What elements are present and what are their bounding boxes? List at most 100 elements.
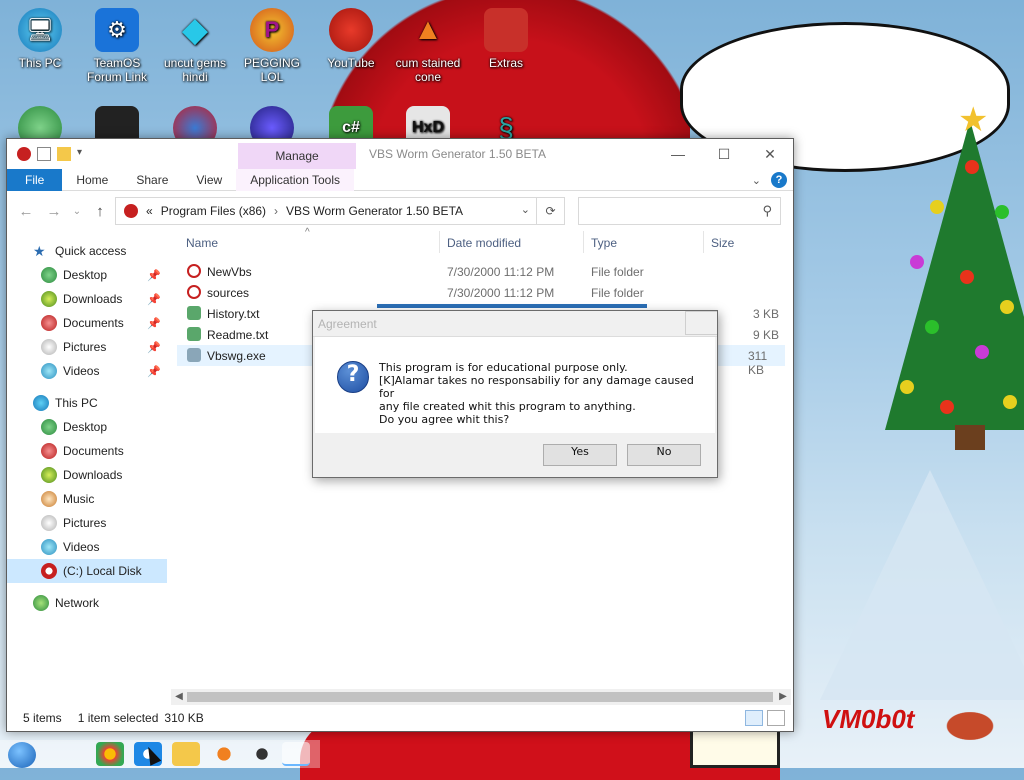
nav-quick-desktop[interactable]: Desktop 📌: [7, 263, 167, 287]
gear-icon: ⚙: [95, 8, 139, 52]
back-arrow-icon[interactable]: ←: [15, 203, 37, 220]
tab-manage[interactable]: Manage: [238, 143, 356, 169]
nav-pc-music[interactable]: Music: [7, 487, 167, 511]
tab-application-tools[interactable]: Application Tools: [236, 168, 355, 191]
nav-this-pc[interactable]: This PC: [7, 391, 167, 415]
recent-locations-icon[interactable]: ⌄: [71, 206, 83, 217]
folder-icon: [187, 285, 201, 299]
star-icon: ★: [33, 243, 46, 259]
cone-icon[interactable]: [210, 742, 238, 766]
column-divider[interactable]: [703, 231, 704, 253]
up-arrow-icon[interactable]: ↑: [89, 203, 111, 220]
status-selection: 1 item selected: [77, 711, 159, 725]
file-name: Readme.txt: [207, 328, 269, 342]
new-folder-icon[interactable]: [57, 147, 71, 161]
file-type: File folder: [591, 265, 644, 279]
desktop-icon-teamos[interactable]: ⚙ TeamOS Forum Link: [77, 8, 157, 84]
chrome-icon[interactable]: [96, 742, 124, 766]
minimize-button[interactable]: —: [655, 139, 701, 169]
pin-icon[interactable]: 📌: [147, 341, 161, 354]
nav-quick-downloads[interactable]: Downloads 📌: [7, 287, 167, 311]
close-button[interactable]: ✕: [747, 139, 793, 169]
scroll-right-icon[interactable]: ▶: [775, 689, 791, 705]
nav-pc-pictures[interactable]: Pictures: [7, 511, 167, 535]
dialog-title: Agreement: [313, 311, 717, 337]
nav-label: Downloads: [63, 292, 123, 306]
search-input[interactable]: ⚲: [578, 197, 781, 225]
nav-label: Documents: [63, 316, 124, 330]
pin-icon[interactable]: 📌: [147, 293, 161, 306]
nav-pc-documents[interactable]: Documents: [7, 439, 167, 463]
tab-file[interactable]: File: [7, 168, 63, 191]
details-view-icon[interactable]: [745, 710, 763, 726]
ornament: [1003, 395, 1017, 409]
tab-home[interactable]: Home: [62, 169, 122, 191]
no-button[interactable]: No: [627, 444, 701, 466]
breadcrumb-vbs-worm-generator[interactable]: VBS Worm Generator 1.50 BETA: [286, 204, 463, 218]
desktop-icon-uncut-gems[interactable]: ◆ uncut gems hindi: [155, 8, 235, 84]
file-date: 7/30/2000 11:12 PM: [447, 265, 555, 279]
column-name[interactable]: Name: [186, 236, 218, 250]
chevron-down-icon[interactable]: ▾: [77, 147, 87, 161]
dialog-message-line: Do you agree whit this?: [379, 413, 510, 426]
nav-local-disk[interactable]: (C:) Local Disk: [7, 559, 167, 583]
window-title: VBS Worm Generator 1.50 BETA: [369, 147, 546, 161]
pin-icon[interactable]: 📌: [147, 317, 161, 330]
column-type[interactable]: Type: [591, 236, 617, 250]
nav-quick-videos[interactable]: Videos 📌: [7, 359, 167, 383]
desktop-icon-youtube[interactable]: YouTube: [311, 8, 391, 70]
maximize-button[interactable]: ☐: [701, 139, 747, 169]
nav-network[interactable]: Network: [7, 591, 167, 615]
sort-ascending-icon: ^: [305, 227, 310, 238]
file-explorer-icon[interactable]: [172, 742, 200, 766]
refresh-button[interactable]: ⟳: [537, 197, 565, 225]
nav-quick-pictures[interactable]: Pictures 📌: [7, 335, 167, 359]
start-button[interactable]: [0, 740, 44, 768]
forward-arrow-icon[interactable]: →: [43, 203, 65, 220]
pictures-icon: [41, 515, 57, 531]
desktop-icon-this-pc[interactable]: 🖥 This PC: [0, 8, 80, 70]
nav-quick-access[interactable]: ★ Quick access: [7, 239, 167, 263]
column-date-modified[interactable]: Date modified: [447, 236, 521, 250]
column-divider[interactable]: [439, 231, 440, 253]
wallpaper-signature: VM0b0t: [822, 704, 915, 734]
breadcrumb-prefix[interactable]: «: [146, 204, 153, 218]
file-type: File folder: [591, 286, 644, 300]
column-divider[interactable]: [583, 231, 584, 253]
dialog-message-line: [K]Alamar takes no responsabiliy for any…: [379, 374, 694, 400]
horizontal-scrollbar[interactable]: ◀ ▶: [171, 689, 791, 705]
help-icon[interactable]: ?: [771, 172, 787, 188]
desktop-icon-pegging[interactable]: P PEGGING LOL: [232, 8, 312, 84]
tab-share[interactable]: Share: [122, 169, 182, 191]
nav-pc-downloads[interactable]: Downloads: [7, 463, 167, 487]
chevron-down-icon[interactable]: ⌄: [521, 203, 530, 216]
dialog-close-button[interactable]: [685, 311, 717, 335]
address-bar[interactable]: « Program Files (x86) › VBS Worm Generat…: [115, 197, 537, 225]
desktop-icon-cone[interactable]: ▲ cum stained cone: [388, 8, 468, 84]
nav-pc-videos[interactable]: Videos: [7, 535, 167, 559]
desktop-icon-label: Extras: [488, 56, 523, 70]
scrollbar-thumb[interactable]: [187, 692, 773, 702]
app-icon[interactable]: [248, 742, 276, 766]
file-row-sources[interactable]: sources 7/30/2000 11:12 PM File folder: [177, 282, 785, 303]
nav-label: Quick access: [55, 244, 127, 258]
vbs-worm-generator-taskbar-icon[interactable]: [282, 742, 310, 766]
desktop-icon-extras[interactable]: Extras: [466, 8, 546, 70]
background-window-edge: [377, 304, 647, 308]
scroll-left-icon[interactable]: ◀: [171, 689, 187, 705]
properties-icon[interactable]: [37, 147, 51, 161]
nav-pc-desktop[interactable]: Desktop: [7, 415, 167, 439]
file-row-newvbs[interactable]: NewVbs 7/30/2000 11:12 PM File folder: [177, 261, 785, 282]
large-icons-view-icon[interactable]: [767, 710, 785, 726]
yes-button[interactable]: Yes: [543, 444, 617, 466]
breadcrumb-program-files[interactable]: Program Files (x86): [161, 204, 266, 218]
pin-icon[interactable]: 📌: [147, 269, 161, 282]
column-size[interactable]: Size: [711, 236, 734, 250]
pin-icon[interactable]: 📌: [147, 365, 161, 378]
tab-view[interactable]: View: [182, 169, 236, 191]
folder-icon: [187, 264, 201, 278]
ornament: [1000, 300, 1014, 314]
ornament: [900, 380, 914, 394]
expand-ribbon-icon[interactable]: ⌄: [752, 174, 761, 187]
nav-quick-documents[interactable]: Documents 📌: [7, 311, 167, 335]
